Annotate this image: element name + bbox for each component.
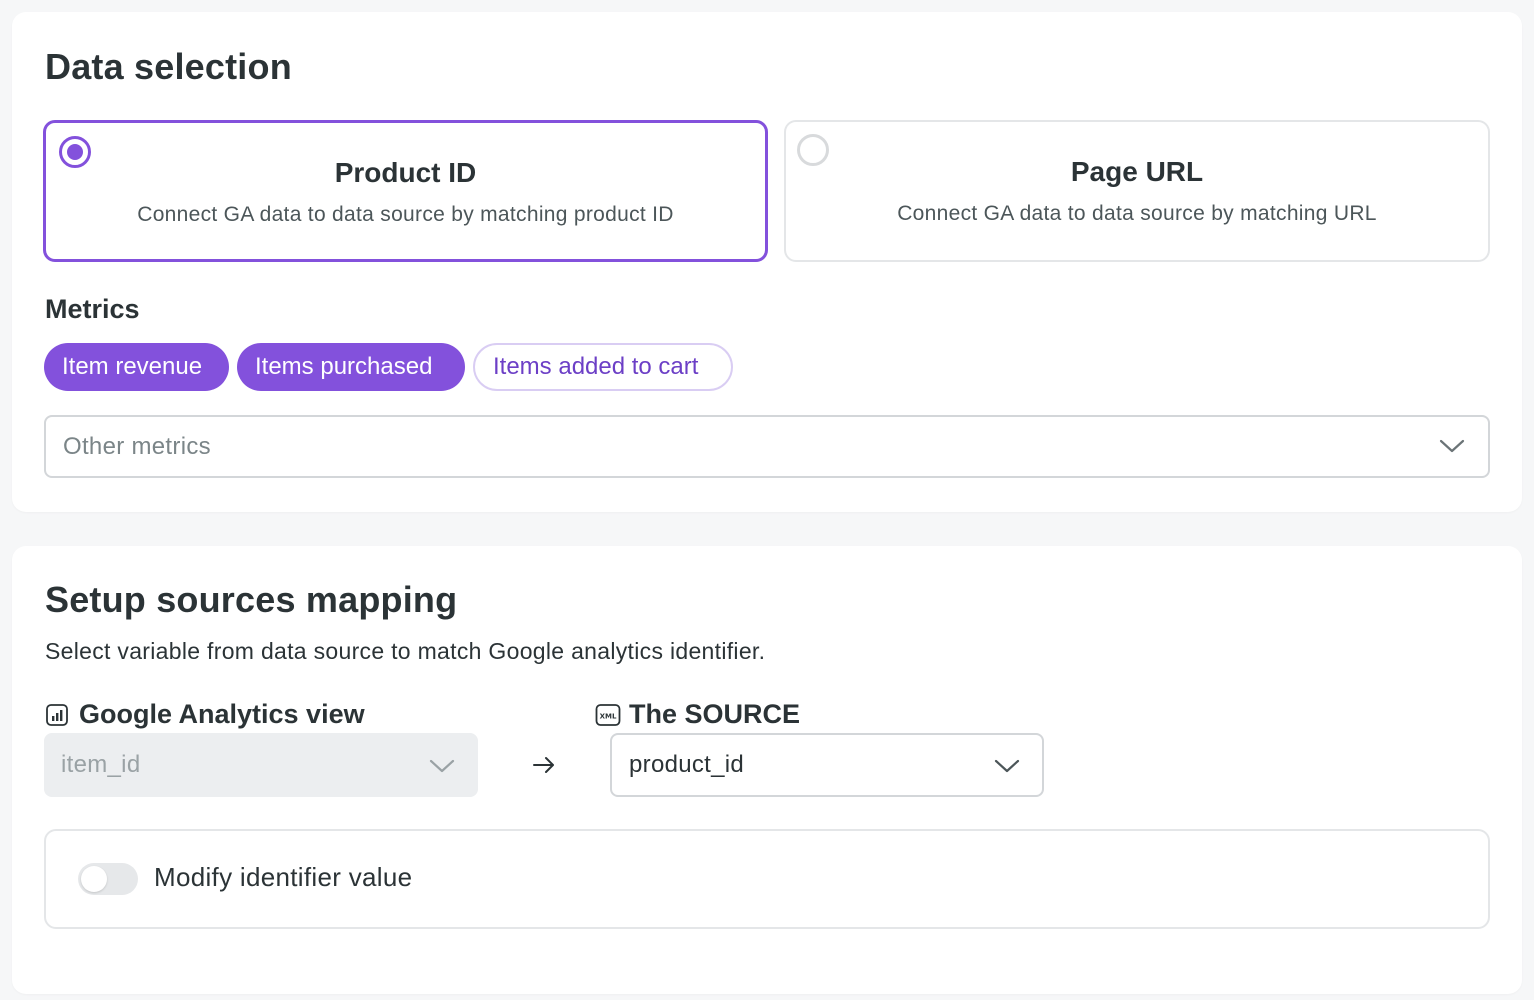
chevron-down-icon: [1439, 438, 1465, 454]
chevron-down-icon: [429, 758, 455, 774]
modify-identifier-label: Modify identifier value: [154, 862, 413, 892]
sources-mapping-card: Setup sources mapping Select variable fr…: [12, 546, 1522, 994]
ga-identifier-value: item_id: [61, 751, 141, 778]
data-selection-card: Data selection Product ID Connect GA dat…: [12, 12, 1522, 512]
chevron-down-icon: [994, 758, 1020, 774]
mapping-title: Setup sources mapping: [45, 579, 458, 620]
ga-identifier-select[interactable]: item_id: [44, 733, 478, 797]
source-label: The SOURCE: [629, 699, 801, 729]
option-title: Product ID: [334, 157, 477, 188]
mapping-subtitle: Select variable from data source to matc…: [45, 638, 766, 664]
metrics-title: Metrics: [45, 294, 140, 324]
svg-text:XML: XML: [600, 713, 617, 721]
toggle-knob: [81, 866, 107, 892]
other-metrics-placeholder: Other metrics: [63, 433, 211, 460]
metric-chip-items-purchased[interactable]: Items purchased: [237, 343, 465, 391]
ga-view-label: Google Analytics view: [79, 699, 365, 729]
option-description: Connect GA data to data source by matchi…: [897, 202, 1377, 225]
metric-chip-items-added-to-cart[interactable]: Items added to cart: [473, 343, 733, 391]
option-description: Connect GA data to data source by matchi…: [137, 203, 674, 226]
option-page-url[interactable]: Page URL Connect GA data to data source …: [784, 120, 1490, 262]
source-variable-select[interactable]: product_id: [610, 733, 1044, 797]
metric-chip-item-revenue[interactable]: Item revenue: [44, 343, 229, 391]
modify-identifier-toggle[interactable]: [78, 863, 138, 895]
option-product-id[interactable]: Product ID Connect GA data to data sourc…: [43, 120, 768, 262]
option-title: Page URL: [1070, 156, 1204, 187]
data-selection-title: Data selection: [45, 46, 292, 87]
other-metrics-select[interactable]: Other metrics: [44, 415, 1490, 478]
modify-identifier-panel: Modify identifier value: [44, 829, 1490, 929]
arrow-right-icon: [531, 752, 557, 778]
source-variable-value: product_id: [629, 751, 745, 778]
analytics-chart-icon: [45, 703, 69, 727]
xml-file-icon: XML: [595, 703, 621, 727]
